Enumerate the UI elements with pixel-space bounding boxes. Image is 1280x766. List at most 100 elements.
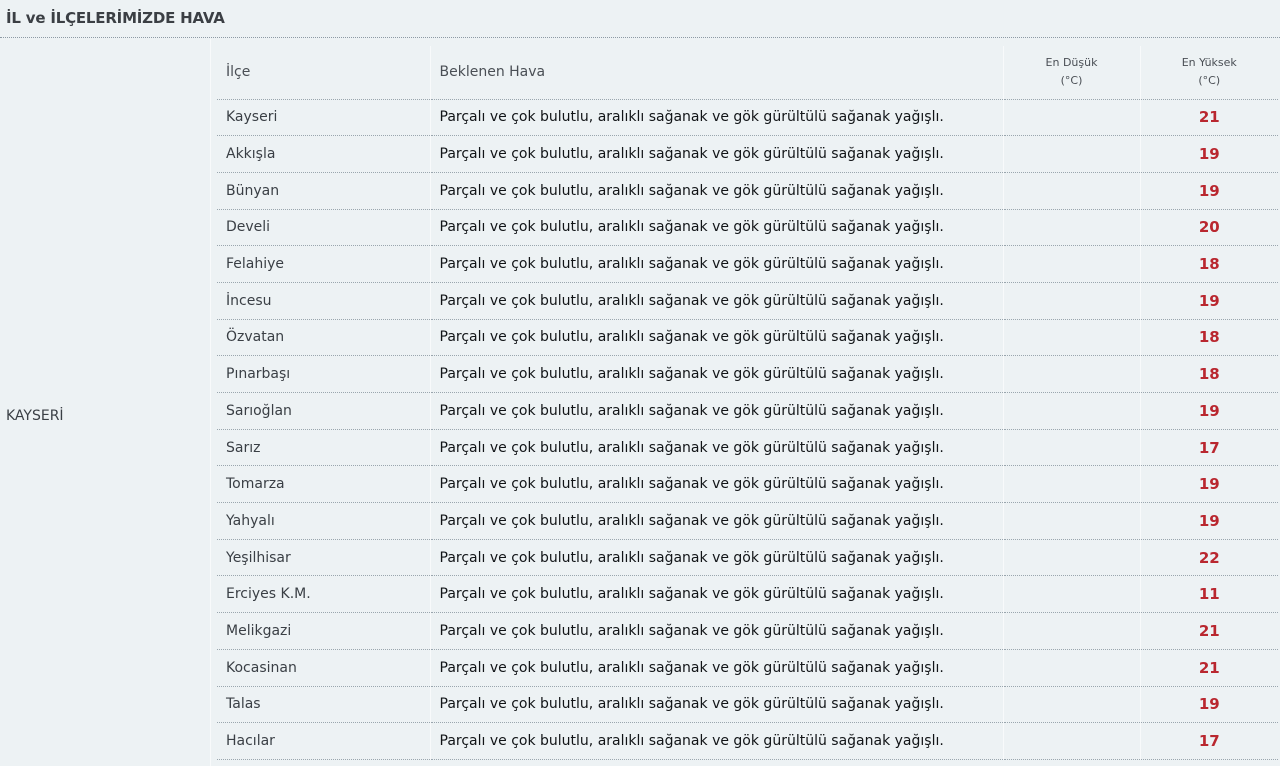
page-header: İL ve İLÇELERİMİZDE HAVA: [0, 0, 1280, 38]
district-cell: Melikgazi: [217, 612, 431, 650]
forecast-cell: Parçalı ve çok bulutlu, aralıklı sağanak…: [430, 612, 1004, 650]
district-cell: İncesu: [217, 282, 431, 320]
district-cell: Sarız: [217, 429, 431, 467]
district-cell: Yahyalı: [217, 502, 431, 540]
table-row: Talas Parçalı ve çok bulutlu, aralıklı sa…: [217, 686, 1278, 724]
column-header-district: İlçe: [217, 46, 431, 100]
table-row: Tomarza Parçalı ve çok bulutlu, aralıklı …: [217, 465, 1278, 504]
forecast-cell: Parçalı ve çok bulutlu, aralıklı sağanak…: [430, 209, 1004, 247]
forecast-cell: Parçalı ve çok bulutlu, aralıklı sağanak…: [430, 649, 1004, 687]
forecast-cell: Parçalı ve çok bulutlu, aralıklı sağanak…: [430, 319, 1004, 357]
table-row: Özvatan Parçalı ve çok bulutlu, aralıklı …: [217, 319, 1278, 357]
forecast-cell: Parçalı ve çok bulutlu, aralıklı sağanak…: [430, 429, 1004, 467]
low-temp-cell: [1003, 172, 1141, 210]
high-temp-cell: 11: [1140, 575, 1278, 614]
district-cell: Sarıoğlan: [217, 392, 431, 430]
high-temp-cell: 18: [1140, 319, 1278, 357]
forecast-cell: Parçalı ve çok bulutlu, aralıklı sağanak…: [430, 172, 1004, 210]
forecast-cell: Parçalı ve çok bulutlu, aralıklı sağanak…: [430, 99, 1004, 137]
district-cell: Talas: [217, 686, 431, 724]
district-cell: Kayseri: [217, 99, 431, 137]
table-row: Akkışla Parçalı ve çok bulutlu, aralıklı …: [217, 135, 1278, 173]
low-temp-cell: [1003, 429, 1141, 467]
low-temp-cell: [1003, 722, 1141, 760]
table-row: Yahyalı Parçalı ve çok bulutlu, aralıklı …: [217, 502, 1278, 540]
high-temp-cell: 22: [1140, 539, 1278, 577]
page-title: İL ve İLÇELERİMİZDE HAVA: [6, 9, 225, 27]
high-temp-cell: 19: [1140, 172, 1278, 210]
district-cell: Felahiye: [217, 245, 431, 283]
table-row: Pınarbaşı Parçalı ve çok bulutlu, aralıkl…: [217, 355, 1278, 393]
column-header-forecast: Beklenen Hava: [430, 46, 1004, 100]
low-temp-cell: [1003, 502, 1141, 540]
low-temp-cell: [1003, 355, 1141, 393]
forecast-cell: Parçalı ve çok bulutlu, aralıklı sağanak…: [430, 355, 1004, 393]
district-cell: Özvatan: [217, 319, 431, 357]
table-row: Kocasinan Parçalı ve çok bulutlu, aralıkl…: [217, 649, 1278, 687]
low-temp-cell: [1003, 612, 1141, 650]
table-row: Erciyes K.M. Parçalı ve çok bulutlu, aral…: [217, 575, 1278, 614]
high-temp-cell: 21: [1140, 649, 1278, 687]
table-row: Bünyan Parçalı ve çok bulutlu, aralıklı s…: [217, 172, 1278, 210]
forecast-cell: Parçalı ve çok bulutlu, aralıklı sağanak…: [430, 686, 1004, 724]
weather-table-body: Kayseri Parçalı ve çok bulutlu, aralıklı …: [217, 99, 1278, 760]
weather-layout: KAYSERİ İlçe Beklenen Hava En Düşük (°C)…: [0, 39, 1280, 766]
high-temp-cell: 18: [1140, 355, 1278, 393]
district-cell: Erciyes K.M.: [217, 575, 431, 614]
table-row: Sarız Parçalı ve çok bulutlu, aralıklı sa…: [217, 429, 1278, 467]
high-temp-cell: 19: [1140, 282, 1278, 320]
low-temp-cell: [1003, 539, 1141, 577]
high-temp-cell: 18: [1140, 245, 1278, 283]
high-temp-cell: 17: [1140, 429, 1278, 467]
low-temp-cell: [1003, 282, 1141, 320]
low-temp-cell: [1003, 686, 1141, 724]
table-row: Develi Parçalı ve çok bulutlu, aralıklı s…: [217, 209, 1278, 247]
low-temp-cell: [1003, 245, 1141, 283]
weather-table: İlçe Beklenen Hava En Düşük (°C) En Yüks…: [217, 46, 1278, 760]
high-temp-cell: 19: [1140, 686, 1278, 724]
forecast-cell: Parçalı ve çok bulutlu, aralıklı sağanak…: [430, 245, 1004, 283]
low-temp-cell: [1003, 392, 1141, 430]
column-header-high: En Yüksek (°C): [1140, 46, 1278, 100]
district-cell: Hacılar: [217, 722, 431, 760]
district-cell: Tomarza: [217, 465, 431, 504]
high-temp-cell: 17: [1140, 722, 1278, 760]
table-row: Melikgazi Parçalı ve çok bulutlu, aralıkl…: [217, 612, 1278, 650]
table-row: Yeşilhisar Parçalı ve çok bulutlu, aralık…: [217, 539, 1278, 577]
low-temp-cell: [1003, 99, 1141, 137]
column-header-low-unit: (°C): [1060, 74, 1083, 88]
forecast-cell: Parçalı ve çok bulutlu, aralıklı sağanak…: [430, 539, 1004, 577]
district-cell: Develi: [217, 209, 431, 247]
province-name: KAYSERİ: [6, 408, 64, 424]
table-row: Felahiye Parçalı ve çok bulutlu, aralıklı…: [217, 245, 1278, 283]
low-temp-cell: [1003, 209, 1141, 247]
table-row: Kayseri Parçalı ve çok bulutlu, aralıklı …: [217, 99, 1278, 137]
low-temp-cell: [1003, 649, 1141, 687]
column-header-low: En Düşük (°C): [1003, 46, 1141, 100]
forecast-cell: Parçalı ve çok bulutlu, aralıklı sağanak…: [430, 282, 1004, 320]
district-cell: Yeşilhisar: [217, 539, 431, 577]
high-temp-cell: 21: [1140, 612, 1278, 650]
forecast-cell: Parçalı ve çok bulutlu, aralıklı sağanak…: [430, 392, 1004, 430]
table-row: Sarıoğlan Parçalı ve çok bulutlu, aralıkl…: [217, 392, 1278, 430]
high-temp-cell: 19: [1140, 502, 1278, 540]
column-header-high-unit: (°C): [1198, 74, 1221, 88]
low-temp-cell: [1003, 319, 1141, 357]
forecast-cell: Parçalı ve çok bulutlu, aralıklı sağanak…: [430, 502, 1004, 540]
district-cell: Pınarbaşı: [217, 355, 431, 393]
table-row: Hacılar Parçalı ve çok bulutlu, aralıklı …: [217, 722, 1278, 760]
table-row: İncesu Parçalı ve çok bulutlu, aralıklı s…: [217, 282, 1278, 320]
column-header-high-label: En Yüksek: [1181, 56, 1237, 70]
forecast-cell: Parçalı ve çok bulutlu, aralıklı sağanak…: [430, 465, 1004, 504]
forecast-cell: Parçalı ve çok bulutlu, aralıklı sağanak…: [430, 135, 1004, 173]
high-temp-cell: 21: [1140, 99, 1278, 137]
low-temp-cell: [1003, 575, 1141, 614]
low-temp-cell: [1003, 465, 1141, 504]
district-cell: Bünyan: [217, 172, 431, 210]
column-header-low-label: En Düşük: [1045, 56, 1098, 70]
high-temp-cell: 19: [1140, 135, 1278, 173]
forecast-cell: Parçalı ve çok bulutlu, aralıklı sağanak…: [430, 575, 1004, 614]
forecast-cell: Parçalı ve çok bulutlu, aralıklı sağanak…: [430, 722, 1004, 760]
district-cell: Kocasinan: [217, 649, 431, 687]
table-header-row: İlçe Beklenen Hava En Düşük (°C) En Yüks…: [217, 46, 1278, 100]
